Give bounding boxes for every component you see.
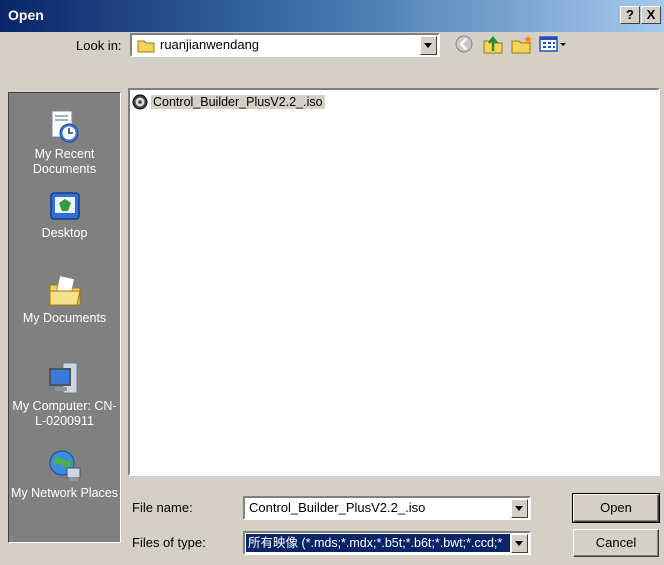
places-bar: My Recent Documents Desktop My Documents (8, 92, 121, 543)
files-of-type-label: Files of type: (132, 535, 206, 550)
look-in-value: ruanjianwendang (160, 37, 260, 52)
recent-documents-icon (51, 110, 78, 143)
place-my-documents[interactable]: My Documents (9, 273, 120, 326)
help-button[interactable]: ? (620, 6, 640, 24)
place-label: My Computer: CN-L-0200911 (12, 399, 117, 428)
place-my-recent-documents[interactable]: My Recent Documents (9, 109, 120, 177)
my-computer-icon (48, 362, 77, 394)
files-of-type-value: 所有映像 (*.mds;*.mdx;*.b5t;*.b6t;*.bwt;*.cc… (246, 534, 510, 552)
window-title: Open (8, 7, 44, 23)
back-icon[interactable] (452, 33, 476, 55)
look-in-combobox[interactable]: ruanjianwendang (130, 33, 440, 57)
file-name-dropdown-arrow[interactable] (511, 499, 528, 518)
files-of-type-select[interactable]: 所有映像 (*.mds;*.mdx;*.b5t;*.b6t;*.bwt;*.cc… (243, 531, 531, 555)
view-menu-icon[interactable] (538, 33, 568, 55)
look-in-dropdown-arrow[interactable] (420, 36, 437, 55)
file-name-label: File name: (132, 500, 193, 515)
place-my-computer[interactable]: My Computer: CN-L-0200911 (9, 361, 120, 429)
new-folder-icon[interactable] (510, 33, 534, 55)
list-item[interactable]: Control_Builder_PlusV2.2_.iso (132, 93, 325, 111)
open-button[interactable]: Open (572, 493, 660, 523)
place-label: My Documents (22, 311, 107, 325)
folder-icon (137, 40, 155, 53)
look-in-label: Look in: (76, 38, 122, 53)
place-label: Desktop (41, 226, 88, 240)
desktop-icon (49, 192, 80, 220)
file-name-input[interactable]: Control_Builder_PlusV2.2_.iso (243, 496, 531, 520)
disc-image-icon (132, 94, 148, 110)
close-button[interactable]: X (641, 6, 661, 24)
my-documents-icon (49, 275, 81, 306)
place-my-network-places[interactable]: My Network Places (9, 448, 120, 501)
place-desktop[interactable]: Desktop (9, 190, 120, 241)
cancel-button[interactable]: Cancel (573, 529, 659, 557)
place-label: My Network Places (11, 486, 118, 500)
file-name-value: Control_Builder_PlusV2.2_.iso (249, 500, 426, 515)
open-dialog: Open ? X Look in: ruanjianwendang My Rec… (0, 0, 664, 565)
network-places-icon (49, 450, 80, 481)
file-list[interactable]: Control_Builder_PlusV2.2_.iso (128, 88, 660, 476)
title-bar[interactable]: Open ? X (0, 0, 664, 32)
files-of-type-dropdown-arrow[interactable] (511, 534, 528, 553)
place-label: My Recent Documents (32, 147, 97, 176)
file-name: Control_Builder_PlusV2.2_.iso (151, 95, 325, 109)
up-folder-icon[interactable] (481, 33, 505, 55)
